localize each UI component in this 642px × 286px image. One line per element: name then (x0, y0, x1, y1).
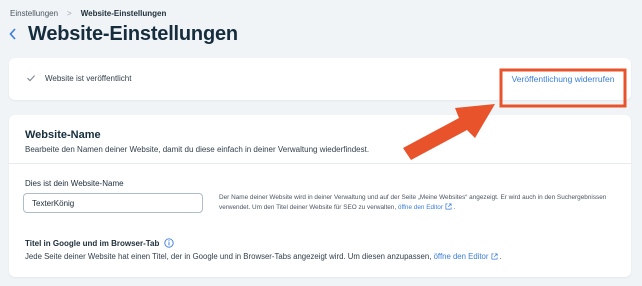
open-editor-link-label: öffne den Editor (397, 204, 443, 211)
external-link-icon (491, 253, 497, 260)
page-title: Website-Einstellungen (28, 23, 238, 45)
breadcrumb-separator: > (67, 9, 72, 18)
publish-status-text: Website ist veröffentlicht (45, 73, 132, 83)
browser-tab-title: Titel in Google und im Browser-Tab (25, 238, 160, 248)
annotation-arrow (403, 68, 627, 160)
breadcrumb: Einstellungen > Website-Einstellungen (10, 9, 166, 18)
check-icon (27, 75, 36, 82)
info-icon[interactable] (164, 238, 175, 248)
browser-tab-end: . (499, 252, 502, 261)
open-editor-link-2-label: öffne den Editor (433, 252, 489, 261)
chevron-left-icon[interactable] (8, 27, 18, 42)
external-link-icon (445, 203, 452, 210)
page-header: Website-Einstellungen (8, 23, 238, 46)
website-name-input[interactable] (23, 193, 203, 213)
publish-status: Website ist veröffentlicht (26, 73, 131, 83)
section-title: Website-Name (25, 129, 101, 141)
open-editor-link[interactable]: öffne den Editor (397, 203, 452, 211)
browser-tab-heading: Titel in Google und im Browser-Tab (25, 238, 175, 248)
website-name-label: Dies ist dein Website-Name (25, 179, 124, 188)
help-end: . (453, 204, 456, 211)
browser-tab-text: Jede Seite deiner Website hat einen Tite… (25, 252, 432, 261)
open-editor-link-2[interactable]: öffne den Editor (434, 252, 498, 261)
breadcrumb-current: Website-Einstellungen (80, 9, 167, 18)
section-subtitle: Bearbeite den Namen deiner Website, dami… (25, 145, 370, 154)
website-name-help: Der Name deiner Website wird in deiner V… (219, 193, 619, 213)
breadcrumb-item-einstellungen[interactable]: Einstellungen (10, 9, 58, 18)
browser-tab-description: Jede Seite deiner Website hat einen Tite… (25, 252, 502, 261)
